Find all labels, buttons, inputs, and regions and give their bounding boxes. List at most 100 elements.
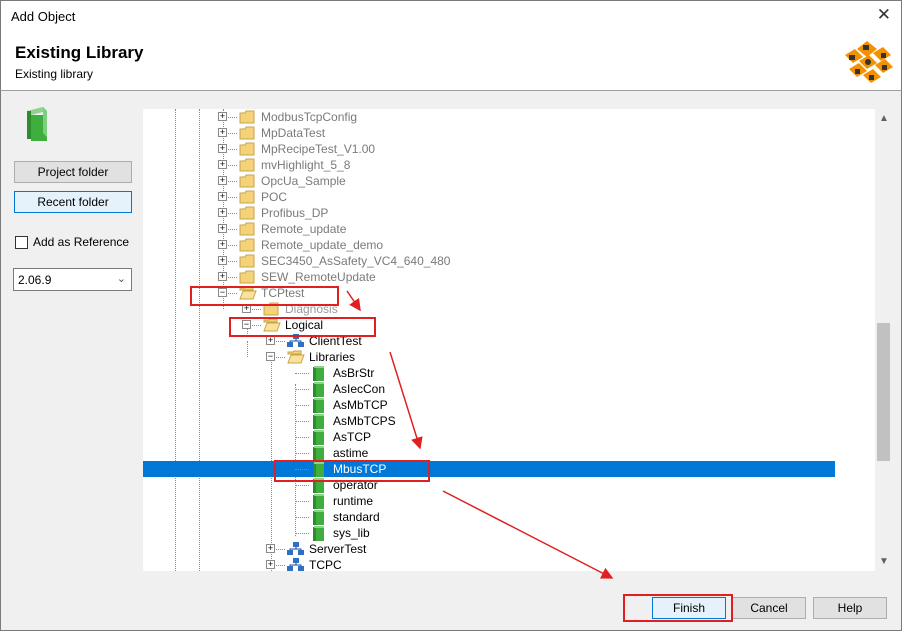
tree-connector	[295, 373, 309, 374]
tree-item-label: standard	[333, 510, 380, 524]
tree-item-label: Libraries	[309, 350, 356, 364]
expand-icon[interactable]: +	[218, 176, 227, 185]
tree-row[interactable]: standard	[143, 509, 835, 525]
tree-row[interactable]: + ModbusTcpConfig	[143, 109, 835, 125]
tree-item-label: runtime	[333, 494, 374, 508]
tree-connector	[295, 389, 309, 390]
version-select[interactable]: 2.06.9 ⌄	[13, 268, 132, 291]
tree-connector	[228, 149, 237, 150]
tree-item-label: POC	[261, 190, 288, 204]
tree-row[interactable]: + mvHighlight_5_8	[143, 157, 835, 173]
scroll-up-icon[interactable]: ▲	[879, 113, 889, 124]
expand-icon[interactable]: +	[266, 544, 275, 553]
tree-row[interactable]: + Remote_update_demo	[143, 237, 835, 253]
tree-connector	[276, 357, 285, 358]
expand-icon[interactable]: +	[218, 112, 227, 121]
close-icon[interactable]: ✕	[877, 6, 891, 23]
expand-icon[interactable]: +	[218, 192, 227, 201]
tree-row[interactable]: + TCPC	[143, 557, 835, 571]
expand-icon[interactable]: +	[218, 240, 227, 249]
tree-item-label: AsMbTCPS	[333, 414, 396, 428]
tree-row[interactable]: − Libraries	[143, 349, 835, 365]
tree-connector	[228, 181, 237, 182]
recent-folder-button[interactable]: Recent folder	[14, 191, 132, 213]
chevron-down-icon[interactable]: ⌄	[117, 272, 126, 285]
tree-item-label: AsTCP	[333, 430, 372, 444]
tree-row[interactable]: sys_lib	[143, 525, 835, 541]
annotation-box-logical	[229, 317, 376, 337]
tree-row[interactable]: + OpcUa_Sample	[143, 173, 835, 189]
tree-connector	[252, 309, 261, 310]
tree-connector	[276, 565, 285, 566]
tree-connector	[228, 197, 237, 198]
expand-icon[interactable]: +	[218, 160, 227, 169]
tree-row[interactable]: + MpDataTest	[143, 125, 835, 141]
tree-row[interactable]: AsTCP	[143, 429, 835, 445]
help-button[interactable]: Help	[813, 597, 887, 619]
tree-item-label: AsIecCon	[333, 382, 386, 396]
tree-row[interactable]: AsBrStr	[143, 365, 835, 381]
tree-item-label: AsMbTCP	[333, 398, 388, 412]
tree-row[interactable]: + ServerTest	[143, 541, 835, 557]
tree-row[interactable]: AsMbTCP	[143, 397, 835, 413]
dialog-body: Project folder Recent folder Add as Refe…	[0, 91, 902, 631]
tree-item-label: ModbusTcpConfig	[261, 110, 358, 124]
tree-item-label: OpcUa_Sample	[261, 174, 346, 188]
tree-item-label: sys_lib	[333, 526, 370, 540]
expand-icon[interactable]: +	[218, 272, 227, 281]
tree-item-label: mvHighlight_5_8	[261, 158, 351, 172]
expand-icon[interactable]: +	[266, 336, 275, 345]
tree-connector	[295, 405, 309, 406]
tree-row[interactable]: + SEC3450_AsSafety_VC4_640_480	[143, 253, 835, 269]
expand-icon[interactable]: +	[218, 208, 227, 217]
library-tree[interactable]: + ModbusTcpConfig + MpDataTest + MpRecipeTest…	[143, 109, 892, 571]
tree-connector	[228, 261, 237, 262]
tree-vertical-scrollbar[interactable]: ▲ ▼	[875, 109, 892, 571]
scroll-thumb[interactable]	[877, 323, 890, 461]
tree-row[interactable]: + Profibus_DP	[143, 205, 835, 221]
collapse-icon[interactable]: −	[266, 352, 275, 361]
tree-item-label: Remote_update	[261, 222, 347, 236]
annotation-box-mbustcp	[274, 460, 430, 482]
checkbox-box[interactable]	[15, 235, 28, 249]
tree-connector	[295, 421, 309, 422]
tree-row[interactable]: AsMbTCPS	[143, 413, 835, 429]
tree-item-label: Remote_update_demo	[261, 238, 384, 252]
tree-connector	[295, 533, 309, 534]
tree-row[interactable]: operator	[143, 477, 835, 493]
tree-item-label: TCPC	[309, 558, 342, 571]
add-as-reference-checkbox[interactable]: Add as Reference	[15, 235, 129, 249]
tree-connector	[295, 453, 309, 454]
tree-connector	[228, 117, 237, 118]
tree-item-label: Profibus_DP	[261, 206, 329, 220]
expand-icon[interactable]: +	[218, 224, 227, 233]
tree-row[interactable]: AsIecCon	[143, 381, 835, 397]
tree-connector	[228, 165, 237, 166]
tree-row[interactable]: runtime	[143, 493, 835, 509]
tree-connector	[228, 213, 237, 214]
expand-icon[interactable]: +	[218, 144, 227, 153]
network-icon	[287, 558, 305, 571]
tree-connector	[228, 245, 237, 246]
project-folder-button[interactable]: Project folder	[14, 161, 132, 183]
tree-row[interactable]: + SEW_RemoteUpdate	[143, 269, 835, 285]
page-title: Existing Library	[15, 43, 144, 62]
scroll-down-icon[interactable]: ▼	[879, 556, 889, 567]
dialog-header: Existing Library Existing library	[0, 31, 902, 91]
expand-icon[interactable]: +	[266, 560, 275, 569]
expand-icon[interactable]: +	[218, 128, 227, 137]
tree-row[interactable]: + Remote_update	[143, 221, 835, 237]
tree-connector	[228, 277, 237, 278]
tree-item-label: AsBrStr	[333, 366, 375, 380]
tree-row[interactable]: MbusTCP	[143, 461, 835, 477]
window-title: Add Object	[11, 9, 76, 24]
tree-connector	[295, 501, 309, 502]
tree-connector	[276, 341, 285, 342]
tree-connector	[228, 229, 237, 230]
tree-row[interactable]: + POC	[143, 189, 835, 205]
expand-icon[interactable]: +	[218, 256, 227, 265]
tree-row[interactable]: + MpRecipeTest_V1.00	[143, 141, 835, 157]
tree-row[interactable]: astime	[143, 445, 835, 461]
tree-item-label: ServerTest	[309, 542, 367, 556]
cancel-button[interactable]: Cancel	[732, 597, 806, 619]
